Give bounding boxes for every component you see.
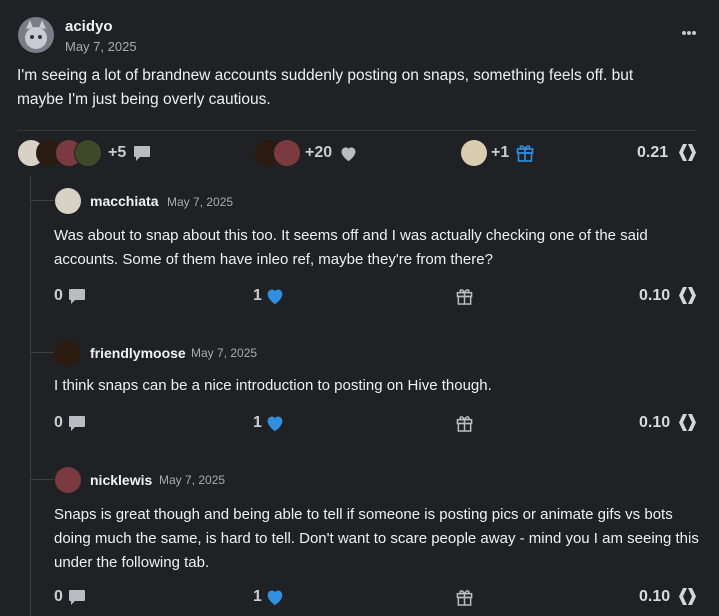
reply-payout[interactable]: 0.10 bbox=[639, 414, 670, 432]
reply-comment-count[interactable]: 0 bbox=[54, 287, 63, 305]
comments-extra-count[interactable]: +5 bbox=[108, 144, 126, 162]
reply-payout[interactable]: 0.10 bbox=[639, 588, 670, 606]
comment-icon[interactable] bbox=[68, 589, 86, 606]
reply-author-avatar[interactable] bbox=[55, 340, 81, 366]
comment-icon[interactable] bbox=[68, 415, 86, 432]
post-payout[interactable]: 0.21 bbox=[637, 144, 668, 162]
reply-vote-count[interactable]: 1 bbox=[253, 414, 262, 432]
comment-icon[interactable] bbox=[133, 145, 151, 162]
heart-icon[interactable] bbox=[339, 145, 358, 162]
reply-date: May 7, 2025 bbox=[167, 195, 234, 209]
reply-body: Was about to snap about this too. It see… bbox=[54, 227, 648, 268]
reply-date: May 7, 2025 bbox=[159, 473, 226, 487]
gift-icon[interactable] bbox=[456, 287, 473, 305]
hive-logo-icon bbox=[678, 144, 697, 161]
heart-icon[interactable] bbox=[265, 287, 285, 305]
gift-icon[interactable] bbox=[456, 414, 473, 432]
avatar bbox=[74, 139, 102, 167]
more-horizontal-icon[interactable] bbox=[681, 24, 697, 35]
reply-vote-count[interactable]: 1 bbox=[253, 588, 262, 606]
post-author-avatar[interactable] bbox=[18, 17, 54, 53]
gift-icon[interactable] bbox=[516, 143, 534, 162]
reply-connector bbox=[30, 352, 54, 353]
reply-body: I think snaps can be a nice introduction… bbox=[54, 377, 492, 394]
reply-vote-count[interactable]: 1 bbox=[253, 287, 262, 305]
reply-author-name[interactable]: macchiata bbox=[90, 193, 158, 209]
avatar bbox=[273, 139, 301, 167]
reply-comment-count[interactable]: 0 bbox=[54, 414, 63, 432]
reply-author-avatar[interactable] bbox=[55, 188, 81, 214]
reply-author-name[interactable]: friendlymoose bbox=[90, 345, 186, 361]
post-author-name[interactable]: acidyo bbox=[65, 18, 113, 35]
tips-extra-count[interactable]: +1 bbox=[491, 144, 509, 162]
thread-line bbox=[30, 176, 31, 616]
reply-comment-count[interactable]: 0 bbox=[54, 588, 63, 606]
reply-date: May 7, 2025 bbox=[191, 346, 258, 360]
reply-author-avatar[interactable] bbox=[55, 467, 81, 493]
post-divider bbox=[17, 130, 697, 131]
commenter-avatars[interactable] bbox=[17, 139, 107, 167]
votes-extra-count[interactable]: +20 bbox=[305, 144, 332, 162]
reply-body: Snaps is great though and being able to … bbox=[54, 506, 699, 571]
post-body: I'm seeing a lot of brandnew accounts su… bbox=[17, 67, 634, 108]
hive-logo-icon bbox=[678, 588, 697, 605]
reply-connector bbox=[30, 479, 54, 480]
hive-logo-icon bbox=[678, 414, 697, 431]
reply-author-name[interactable]: nicklewis bbox=[90, 472, 152, 488]
comment-icon[interactable] bbox=[68, 288, 86, 305]
hive-logo-icon bbox=[678, 287, 697, 304]
gift-icon[interactable] bbox=[456, 588, 473, 606]
reply-connector bbox=[30, 200, 54, 201]
heart-icon[interactable] bbox=[265, 414, 285, 432]
post-date: May 7, 2025 bbox=[65, 39, 137, 54]
reply-payout[interactable]: 0.10 bbox=[639, 287, 670, 305]
voter-avatars[interactable] bbox=[254, 139, 304, 167]
tipper-avatar[interactable] bbox=[461, 140, 487, 166]
heart-icon[interactable] bbox=[265, 588, 285, 606]
